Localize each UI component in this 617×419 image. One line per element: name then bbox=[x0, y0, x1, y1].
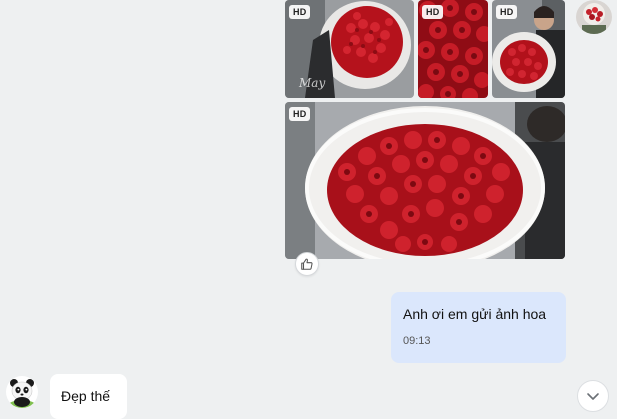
photo-1[interactable]: HD May bbox=[285, 0, 414, 98]
hd-badge: HD bbox=[289, 5, 311, 19]
hd-badge: HD bbox=[422, 5, 444, 19]
photo-2[interactable]: HD bbox=[418, 0, 488, 98]
message-text: Đẹp thế bbox=[61, 388, 111, 404]
photo-4[interactable]: HD bbox=[285, 102, 565, 259]
photo-3[interactable]: HD bbox=[492, 0, 565, 98]
scroll-to-bottom-button[interactable] bbox=[577, 380, 609, 412]
like-button[interactable] bbox=[295, 252, 319, 276]
photo-watermark: May bbox=[299, 76, 326, 90]
sender-avatar[interactable] bbox=[576, 0, 612, 34]
contact-avatar[interactable] bbox=[6, 376, 38, 408]
chevron-down-icon bbox=[587, 393, 599, 400]
chat-window: HD May HD HD HD Anh ơi em gửi ảnh hoa 09… bbox=[0, 0, 617, 419]
outgoing-message[interactable]: Anh ơi em gửi ảnh hoa 09:13 bbox=[391, 292, 566, 363]
hd-badge: HD bbox=[496, 5, 518, 19]
incoming-message[interactable]: Đẹp thế bbox=[50, 374, 127, 419]
message-text: Anh ơi em gửi ảnh hoa bbox=[403, 306, 547, 322]
thumbs-up-icon bbox=[301, 258, 313, 270]
message-time: 09:13 bbox=[403, 335, 431, 347]
hd-badge: HD bbox=[289, 107, 311, 121]
